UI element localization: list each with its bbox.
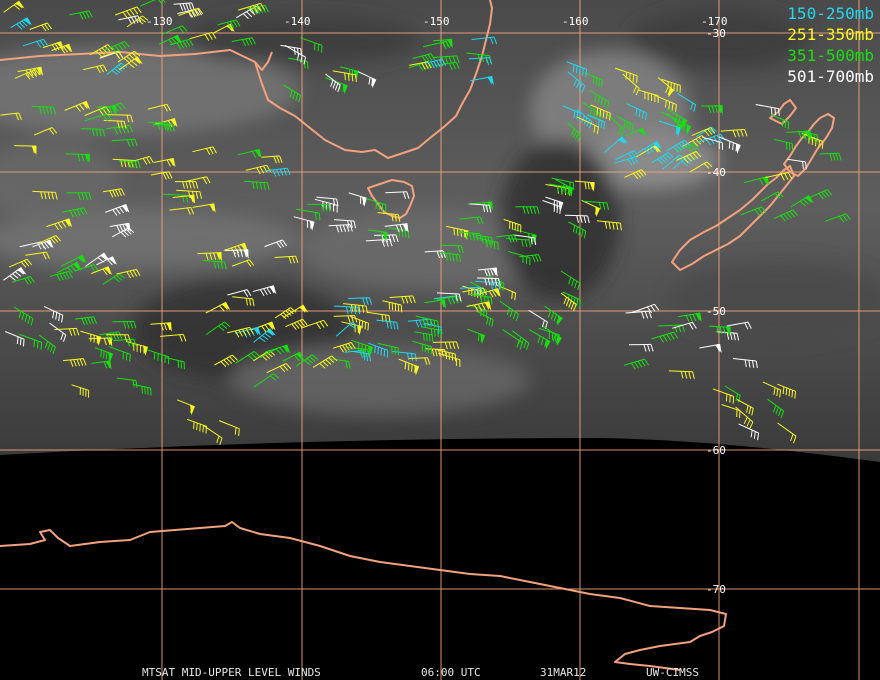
legend-entry-501-700: 501-700mb — [787, 67, 874, 86]
longitude-label: -130 — [146, 15, 173, 28]
valid-date: 31MAR12 — [540, 666, 587, 679]
map-canvas: -130 -140 -150 -160 -170 -30 -40 -50 -60… — [0, 0, 880, 680]
longitude-label: -160 — [562, 15, 589, 28]
satellite-wind-map: -130 -140 -150 -160 -170 -30 -40 -50 -60… — [0, 0, 880, 680]
antarctica-coast — [0, 521, 727, 671]
latitude-label: -70 — [706, 583, 726, 596]
longitude-label: -140 — [284, 15, 311, 28]
pressure-legend: 150-250mb 251-350mb 351-500mb 501-700mb — [787, 3, 874, 87]
legend-entry-150-250: 150-250mb — [787, 4, 874, 23]
legend-entry-251-350: 251-350mb — [787, 25, 874, 44]
data-source: UW-CIMSS — [646, 666, 699, 679]
longitude-label: -150 — [423, 15, 450, 28]
latitude-label: -50 — [706, 305, 726, 318]
latitude-label: -30 — [706, 27, 726, 40]
product-footer: MTSAT MID-UPPER LEVEL WINDS 06:00 UTC 31… — [0, 666, 880, 679]
latitude-label: -60 — [706, 444, 726, 457]
legend-entry-351-500: 351-500mb — [787, 46, 874, 65]
latitude-label: -40 — [706, 166, 726, 179]
product-name: MTSAT MID-UPPER LEVEL WINDS — [142, 666, 321, 679]
valid-time: 06:00 UTC — [421, 666, 481, 679]
